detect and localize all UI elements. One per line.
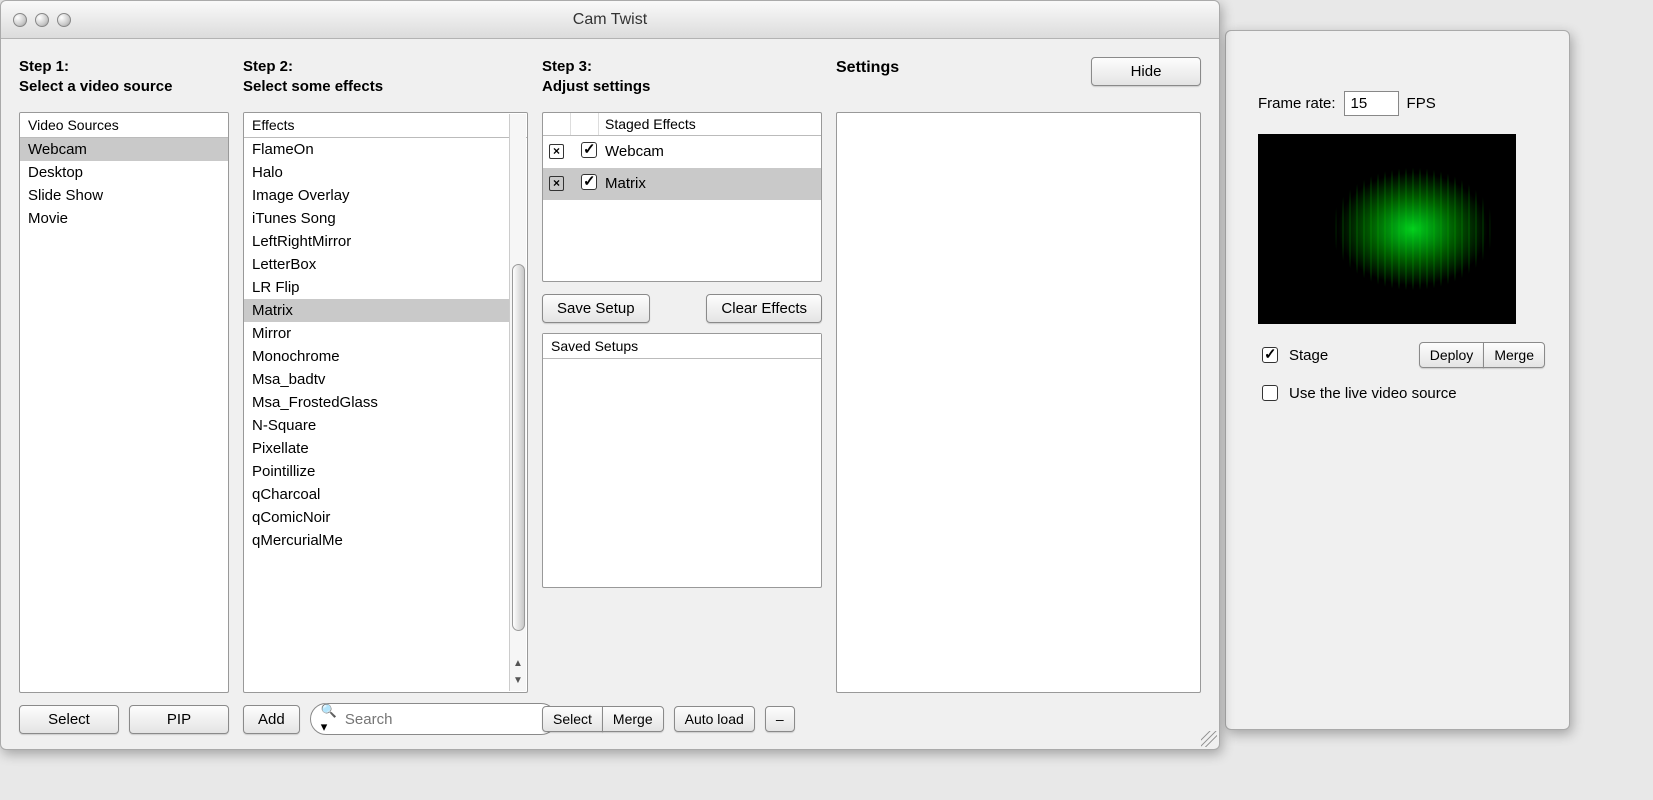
save-setup-button[interactable]: Save Setup [542, 294, 650, 323]
autoload-button[interactable]: Auto load [674, 706, 755, 732]
use-live-checkbox-label[interactable]: Use the live video source [1258, 382, 1545, 404]
setup-merge-button[interactable]: Merge [602, 706, 664, 732]
staged-enable-checkbox[interactable] [581, 174, 597, 190]
source-row[interactable]: Movie [20, 207, 228, 230]
effect-row[interactable]: qMercurialMe [244, 529, 509, 552]
remove-setup-button[interactable]: – [765, 706, 795, 732]
video-sources-header[interactable]: Video Sources [20, 113, 228, 138]
staged-name: Webcam [599, 140, 821, 163]
effect-row[interactable]: qComicNoir [244, 506, 509, 529]
search-icon: 🔍▾ [321, 703, 337, 735]
close-icon[interactable] [13, 13, 27, 27]
frame-rate-input[interactable] [1344, 91, 1399, 116]
effects-search-input[interactable] [343, 710, 546, 729]
staged-row[interactable]: × Webcam [543, 136, 821, 168]
effect-row[interactable]: N-Square [244, 414, 509, 437]
remove-staged-icon[interactable]: × [549, 176, 564, 191]
minimize-icon[interactable] [35, 13, 49, 27]
resize-grip-icon[interactable] [1201, 731, 1217, 747]
saved-setups-header[interactable]: Saved Setups [543, 334, 821, 359]
effect-row[interactable]: Msa_FrostedGlass [244, 391, 509, 414]
step2-heading: Step 2: Select some effects [243, 57, 528, 98]
clear-effects-button[interactable]: Clear Effects [706, 294, 822, 323]
staged-name: Matrix [599, 172, 821, 195]
add-effect-button[interactable]: Add [243, 705, 300, 734]
video-preview [1258, 134, 1516, 324]
window-title: Cam Twist [1, 11, 1219, 29]
use-live-checkbox[interactable] [1262, 385, 1278, 401]
source-row[interactable]: Webcam [20, 138, 228, 161]
staged-effects-list[interactable]: × Webcam × Matrix [543, 136, 821, 200]
step3-heading: Step 3: Adjust settings [542, 57, 822, 98]
effects-scrollbar[interactable]: ▲ ▼ [509, 114, 526, 692]
settings-heading: Settings [836, 59, 899, 77]
staged-effects-box: Staged Effects × Webcam × Matrix [542, 112, 822, 282]
effect-row[interactable]: Matrix [244, 299, 509, 322]
deploy-button[interactable]: Deploy [1419, 342, 1485, 368]
effects-header[interactable]: Effects ▲ [244, 113, 527, 138]
effects-search[interactable]: 🔍▾ [310, 703, 557, 735]
stage-checkbox[interactable] [1262, 347, 1278, 363]
zoom-icon[interactable] [57, 13, 71, 27]
effect-row[interactable]: iTunes Song [244, 207, 509, 230]
effect-row[interactable]: LR Flip [244, 276, 509, 299]
effect-row[interactable]: LetterBox [244, 253, 509, 276]
staged-enable-checkbox[interactable] [581, 142, 597, 158]
step1-heading: Step 1: Select a video source [19, 57, 229, 98]
main-window: Cam Twist Step 1: Select a video source … [0, 0, 1220, 750]
source-row[interactable]: Slide Show [20, 184, 228, 207]
setup-select-button[interactable]: Select [542, 706, 603, 732]
merge-button[interactable]: Merge [1483, 342, 1545, 368]
settings-panel [836, 112, 1201, 694]
select-source-button[interactable]: Select [19, 705, 119, 734]
hide-button[interactable]: Hide [1091, 57, 1201, 86]
scroll-down-icon[interactable]: ▼ [511, 674, 525, 688]
effect-row[interactable]: Pixellate [244, 437, 509, 460]
source-row[interactable]: Desktop [20, 161, 228, 184]
preview-window: Frame rate: FPS Stage Deploy Merge Use t… [1225, 30, 1570, 730]
title-bar[interactable]: Cam Twist [1, 1, 1219, 39]
video-sources-list[interactable]: WebcamDesktopSlide ShowMovie [20, 138, 228, 693]
frame-rate-label: Frame rate: [1258, 95, 1336, 112]
effect-row[interactable]: Image Overlay [244, 184, 509, 207]
effect-row[interactable]: LeftRightMirror [244, 230, 509, 253]
effect-row[interactable]: Monochrome [244, 345, 509, 368]
remove-staged-icon[interactable]: × [549, 144, 564, 159]
staged-effects-header[interactable]: Staged Effects [599, 113, 821, 135]
saved-setups-list[interactable] [543, 359, 821, 587]
pip-button[interactable]: PIP [129, 705, 229, 734]
effect-row[interactable]: qCharcoal [244, 483, 509, 506]
scroll-up-icon[interactable]: ▲ [511, 657, 525, 671]
effects-list[interactable]: FlameOnHaloImage OverlayiTunes SongLeftR… [244, 138, 527, 693]
staged-row[interactable]: × Matrix [543, 168, 821, 200]
effect-row[interactable]: Mirror [244, 322, 509, 345]
fps-suffix: FPS [1407, 95, 1436, 112]
effect-row[interactable]: Halo [244, 161, 509, 184]
effect-row[interactable]: FlameOn [244, 138, 509, 161]
effect-row[interactable]: Msa_badtv [244, 368, 509, 391]
effect-row[interactable]: Pointillize [244, 460, 509, 483]
scroll-thumb[interactable] [512, 264, 525, 632]
stage-checkbox-label[interactable]: Stage [1258, 344, 1328, 366]
